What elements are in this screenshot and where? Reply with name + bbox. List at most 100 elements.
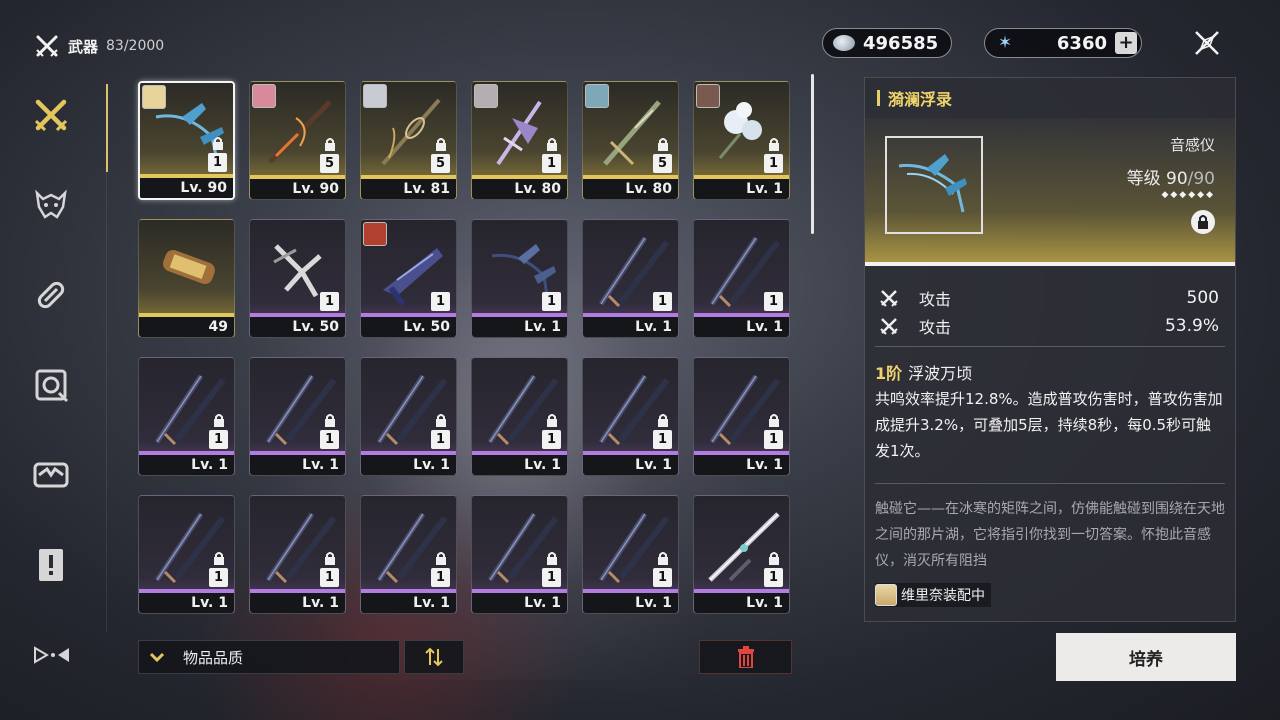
page-title: 武器 [68,37,99,56]
astrite-icon: ✶ [997,33,1013,53]
weapon-card[interactable]: 1 Lv. 1 [471,357,568,476]
grid-scrollbar[interactable] [811,74,814,234]
weapon-grid: 1 Lv. 90 5 Lv. 90 5 Lv. 81 1 Lv. 80 5 Lv. 80 1 Lv. … [138,81,790,614]
weapon-card[interactable]: 1 Lv. 50 [249,219,346,338]
rank-badge: 1 [542,292,561,311]
weapon-card[interactable]: 49 [138,219,235,338]
sidebar-item-echoes[interactable] [26,180,76,230]
rank-badge: 1 [764,154,783,173]
attack-stat-icon [880,318,898,335]
avatar [252,84,276,108]
weapon-card[interactable]: 1 Lv. 1 [582,495,679,614]
avatar [585,84,609,108]
weapon-level: Lv. 1 [746,457,783,473]
weapon-card[interactable]: 1 Lv. 1 [471,219,568,338]
sidebar-item-weapons[interactable] [26,90,76,140]
avatar [696,84,720,108]
weapon-card[interactable]: 1 Lv. 1 [582,357,679,476]
sidebar-item-resources[interactable] [26,450,76,500]
stat-value: 53.9% [1164,316,1219,336]
lock-toggle[interactable] [1191,210,1215,234]
lock-icon [658,138,668,151]
quest-item-icon [39,549,63,581]
skill-description: 共鸣效率提升12.8%。造成普攻伤害时，普攻伤害加成提升3.2%，可叠加5层，持… [875,390,1223,460]
weapon-level: Lv. 1 [524,595,561,611]
name-accent-mark [877,90,880,106]
weapon-card[interactable]: 1 Lv. 1 [138,357,235,476]
level-value: 90 [1166,169,1188,189]
skill-separator [875,483,1225,484]
sidebar-item-development-materials[interactable] [26,360,76,410]
rank-badge: 1 [209,568,228,587]
attack-stat-icon [880,290,898,307]
weapon-card[interactable]: 1 Lv. 50 [360,219,457,338]
weapon-count: 83/2000 [106,38,165,54]
stat-label: 攻击 [919,290,952,309]
sidebar-item-upgrade-materials[interactable] [26,270,76,320]
weapon-level: Lv. 1 [635,457,672,473]
weapon-level: Lv. 1 [746,319,783,335]
rank-badge: 1 [653,568,672,587]
equipped-by-badge: 维里奈装配中 [875,583,991,607]
chevron-down-icon [149,652,165,663]
weapon-card[interactable]: 5 Lv. 81 [360,81,457,200]
sidebar-item-more[interactable] [26,630,76,680]
weapon-card[interactable]: 1 Lv. 1 [693,219,790,338]
weapon-card[interactable]: 1 Lv. 1 [249,495,346,614]
detail-rarity-bar [865,262,1235,266]
shell-credit-display: 496585 [822,28,952,58]
stat-row-base-atk: 攻击 500 [879,285,1219,311]
weapon-level: Lv. 1 [746,595,783,611]
lock-icon [769,414,779,427]
rectifier-weapon-icon [898,154,967,213]
weapon-level: Lv. 80 [514,181,561,197]
weapon-card[interactable]: 1 Lv. 90 [138,81,235,200]
trash-icon [737,646,754,668]
lock-icon [769,138,779,151]
rank-badge: 5 [320,154,339,173]
weapon-level: Lv. 1 [191,457,228,473]
weapon-card[interactable]: 5 Lv. 90 [249,81,346,200]
weapon-card[interactable]: 1 Lv. 1 [360,357,457,476]
sidebar-item-quest-items[interactable] [26,540,76,590]
skill-rank: 1阶 [875,364,903,383]
weapon-level: Lv. 1 [746,181,783,197]
rank-badge: 1 [209,430,228,449]
cultivate-button[interactable]: 培养 [1056,633,1236,681]
weapon-card[interactable]: 1 Lv. 80 [471,81,568,200]
rank-badge: 1 [431,430,450,449]
lock-icon [547,138,557,151]
avatar [875,584,897,606]
lock-icon [325,414,335,427]
quality-filter-dropdown[interactable]: 物品品质 [138,640,400,674]
stats-separator [875,346,1225,347]
weapon-card[interactable]: 1 Lv. 1 [138,495,235,614]
weapon-card[interactable]: 1 Lv. 1 [360,495,457,614]
weapon-level: Lv. 1 [191,595,228,611]
rank-badge: 1 [542,568,561,587]
weapon-card[interactable]: 1 Lv. 1 [693,357,790,476]
close-button[interactable] [1188,24,1226,62]
weapon-level: Lv. 1 [635,319,672,335]
add-astrite-button[interactable]: + [1115,32,1137,54]
weapon-level: Lv. 1 [635,595,672,611]
weapon-card[interactable]: 1 Lv. 1 [693,81,790,200]
rank-badge: 5 [431,154,450,173]
weapon-card[interactable]: 5 Lv. 80 [582,81,679,200]
avatar [474,84,498,108]
weapon-card[interactable]: 1 Lv. 1 [693,495,790,614]
level-max: /90 [1187,169,1215,189]
sort-order-button[interactable] [404,640,464,674]
weapon-level: Lv. 80 [625,181,672,197]
avatar [142,85,166,109]
weapon-card[interactable]: 1 Lv. 1 [582,219,679,338]
weapon-card[interactable]: 1 Lv. 1 [249,357,346,476]
skill-name: 浮波万顷 [908,364,973,383]
weapon-card[interactable]: 1 Lv. 1 [471,495,568,614]
rarity-stars: ◆◆◆◆◆◆ [1161,190,1215,200]
skill-title: 1阶 浮波万顷 [875,360,972,384]
delete-button[interactable] [699,640,792,674]
more-icon [34,646,69,664]
lock-icon [436,414,446,427]
lock-icon [213,137,223,150]
